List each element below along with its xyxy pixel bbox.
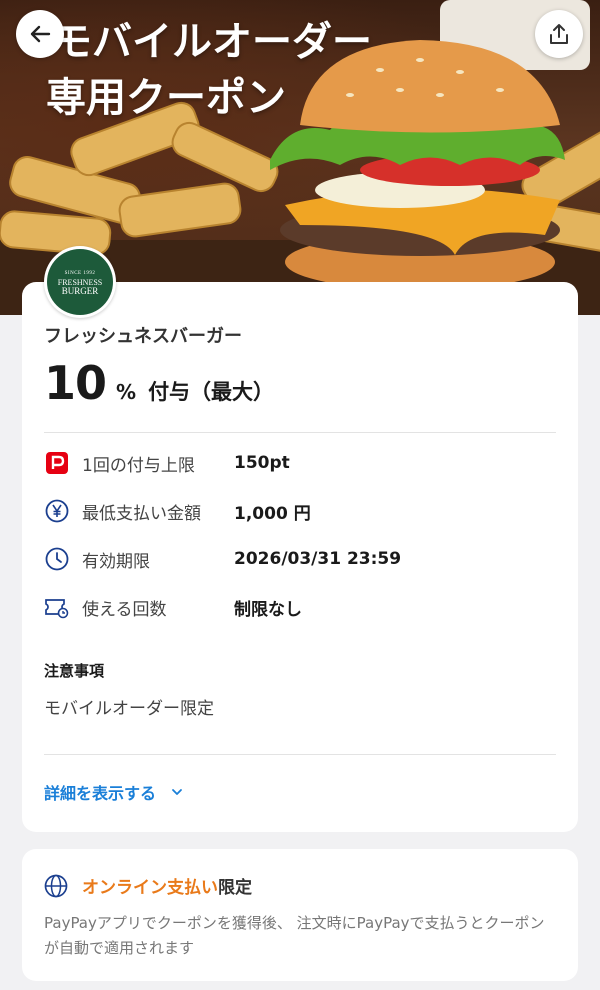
- logo-name2: BURGER: [61, 285, 99, 296]
- online-payment-description: PayPayアプリでクーポンを獲得後、 注文時にPayPayで支払うとクーポンが…: [44, 914, 545, 957]
- detail-value: 1,000 円: [234, 503, 311, 524]
- reward-rate-unit: %: [116, 380, 137, 404]
- logo-since: SINCE 1992: [64, 270, 96, 276]
- detail-row-usage: 使える回数 制限なし: [44, 592, 302, 622]
- online-payment-highlight: オンライン支払い: [82, 878, 218, 898]
- arrow-left-icon: [30, 25, 51, 43]
- detail-value: 制限なし: [234, 599, 302, 620]
- show-details-link[interactable]: 詳細を表示する: [44, 780, 184, 804]
- clock-icon: [44, 546, 70, 572]
- paypay-icon: [44, 450, 70, 476]
- detail-value: 150pt: [234, 453, 290, 473]
- logo-badge: SINCE 1992 FRESHNESS BURGER: [47, 249, 113, 315]
- coupon-card: フレッシュネスバーガー 10 % 付与（最大） 1回の付与上限 150pt 最低…: [22, 282, 578, 832]
- detail-row-minimum: 最低支払い金額 1,000 円: [44, 496, 311, 526]
- merchant-name: フレッシュネスバーガー: [44, 326, 242, 347]
- back-button[interactable]: [16, 10, 64, 58]
- detail-label: 使える回数: [82, 599, 167, 620]
- share-icon: [550, 24, 568, 44]
- online-payment-suffix: 限定: [218, 878, 252, 898]
- notes-body: モバイルオーダー限定: [44, 699, 214, 719]
- detail-label: 最低支払い金額: [82, 503, 201, 524]
- detail-label: 1回の付与上限: [82, 455, 195, 476]
- online-payment-card: オンライン支払い 限定 PayPayアプリでクーポンを獲得後、 注文時にPayP…: [22, 849, 578, 981]
- ticket-icon: [44, 594, 70, 620]
- hero-title-line1: モバイルオーダー: [52, 19, 372, 65]
- hero-title-line2: 専用クーポン: [46, 75, 286, 121]
- detail-row-expiry: 有効期限 2026/03/31 23:59: [44, 544, 401, 574]
- reward-rate-value: 10: [44, 356, 107, 410]
- reward-rate-suffix: 付与（最大）: [148, 380, 275, 404]
- divider: [44, 754, 556, 755]
- yen-icon: [44, 498, 70, 524]
- hero-title: モバイルオーダー 専用クーポン: [0, 14, 600, 126]
- chevron-down-icon: [172, 789, 182, 795]
- globe-icon: [44, 874, 68, 897]
- detail-value: 2026/03/31 23:59: [234, 549, 402, 569]
- divider: [44, 432, 556, 433]
- notes-title: 注意事項: [44, 662, 105, 680]
- reward-rate: 10 % 付与（最大）: [44, 356, 274, 410]
- merchant-logo: SINCE 1992 FRESHNESS BURGER: [44, 246, 116, 318]
- online-payment-heading: オンライン支払い 限定: [44, 873, 252, 898]
- detail-row-limit: 1回の付与上限 150pt: [44, 448, 290, 478]
- share-button[interactable]: [535, 10, 583, 58]
- detail-label: 有効期限: [82, 551, 150, 572]
- show-details-label: 詳細を表示する: [44, 784, 157, 803]
